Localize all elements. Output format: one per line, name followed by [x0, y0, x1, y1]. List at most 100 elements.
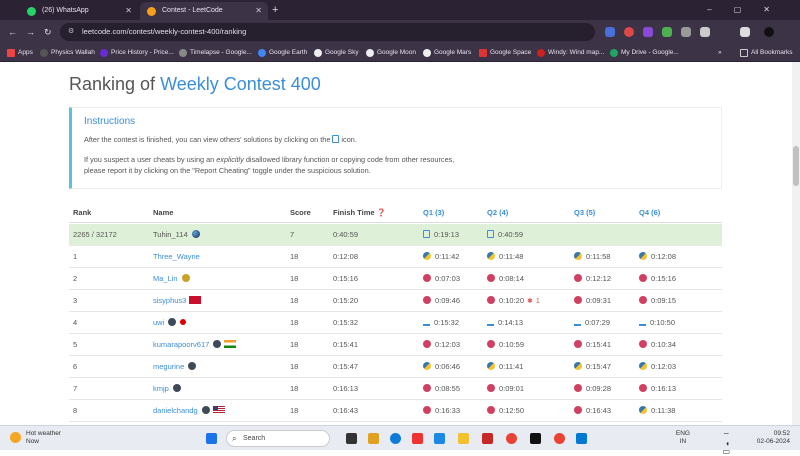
header-q4[interactable]: Q4 (6)	[639, 208, 660, 217]
help-icon[interactable]: ❓	[377, 208, 386, 217]
tab-leetcode[interactable]: Contest - LeetCode ✕	[140, 2, 268, 20]
back-icon[interactable]: ←	[8, 26, 17, 38]
profile-avatar[interactable]	[764, 27, 774, 37]
vscode-icon[interactable]	[576, 433, 587, 444]
ranking-table-header: Rank Name Score Finish Time ❓ Q1 (3) Q2 …	[69, 205, 722, 223]
weather-widget[interactable]: Hot weather Now	[10, 430, 61, 446]
windows-start-icon[interactable]	[206, 433, 217, 444]
extension-icon[interactable]	[643, 27, 653, 37]
app-icon[interactable]	[412, 433, 423, 444]
drive-icon	[610, 49, 618, 57]
site-info-icon[interactable]: ⚙	[68, 23, 74, 41]
badge-icon	[188, 362, 197, 370]
whatsapp-icon	[27, 7, 36, 16]
bookmark-icon	[100, 49, 108, 57]
cpp-icon	[487, 406, 495, 414]
bookmark-item[interactable]: Timelapse - Google...	[179, 44, 252, 62]
table-row: 8 danielchandg 18 0:16:43 0:16:33 0:12:5…	[69, 400, 722, 422]
bookmark-item[interactable]: Physics Wallah	[40, 44, 95, 62]
extension-icon[interactable]	[700, 27, 710, 37]
close-icon[interactable]: ✕	[125, 2, 132, 20]
forward-icon[interactable]: →	[26, 26, 35, 38]
bookmark-apps[interactable]: Apps	[7, 44, 33, 62]
search-icon: ⌕	[232, 434, 237, 443]
close-icon[interactable]: ✕	[255, 2, 262, 20]
search-input[interactable]: ⌕ Search	[226, 430, 330, 447]
flag-icon	[180, 319, 187, 325]
cpp-icon	[423, 384, 431, 392]
extension-icon[interactable]	[662, 27, 672, 37]
all-bookmarks[interactable]: All Bookmarks	[740, 44, 793, 62]
header-q3[interactable]: Q3 (5)	[574, 208, 595, 217]
notion-icon[interactable]	[530, 433, 541, 444]
task-view-icon[interactable]	[346, 433, 357, 444]
bookmark-item[interactable]: Google Space	[479, 44, 531, 62]
bookmarks-overflow[interactable]: »	[718, 44, 722, 62]
table-row: 2 Ma_Lin 18 0:15:16 0:07:03 0:08:14 0:12…	[69, 268, 722, 290]
apps-icon	[7, 49, 15, 57]
chrome-icon[interactable]	[554, 433, 565, 444]
python-icon	[423, 362, 431, 370]
chrome-icon[interactable]	[506, 433, 517, 444]
bookmark-item[interactable]: Google Mars	[423, 44, 471, 62]
solution-cell[interactable]: 0:19:13	[423, 224, 459, 246]
window-controls[interactable]: –▢✕	[707, 0, 792, 20]
cpp-icon	[639, 296, 647, 304]
address-toolbar: ← → ↻ ⚙ leetcode.com/contest/weekly-cont…	[0, 20, 800, 44]
mcafee-icon[interactable]	[482, 433, 493, 444]
python-icon	[639, 406, 647, 414]
extension-icon[interactable]	[681, 27, 691, 37]
python-icon	[639, 252, 647, 260]
scrollbar-thumb[interactable]	[793, 146, 799, 186]
file-explorer-icon[interactable]	[368, 433, 379, 444]
user-link[interactable]: kmjp	[153, 378, 181, 400]
folder-icon	[740, 49, 748, 57]
extension-icon[interactable]	[605, 27, 615, 37]
bookmark-item[interactable]: Google Moon	[366, 44, 416, 62]
bookmark-item[interactable]: Windy: Wind map...	[537, 44, 604, 62]
folder-icon[interactable]	[458, 433, 469, 444]
user-link[interactable]: megurine	[153, 356, 197, 378]
solution-cell[interactable]: 0:40:59	[487, 224, 523, 246]
extension-icon[interactable]	[624, 27, 634, 37]
scrollbar[interactable]	[792, 62, 800, 425]
bookmarks-bar: Apps Physics Wallah Price History - Pric…	[0, 44, 800, 62]
wifi-icon[interactable]: ⌔ ◖ ▭	[722, 432, 730, 456]
user-link[interactable]: danielchandg	[153, 400, 225, 422]
header-q2[interactable]: Q2 (4)	[487, 208, 508, 217]
extensions-puzzle-icon[interactable]	[740, 27, 750, 37]
python-icon	[487, 252, 495, 260]
cpp-icon	[487, 296, 495, 304]
instructions-line: After the contest is finished, you can v…	[84, 135, 357, 144]
google-icon	[366, 49, 374, 57]
cpp-icon	[423, 340, 431, 348]
bookmark-item[interactable]: Google Sky	[314, 44, 359, 62]
solution-doc-icon	[423, 230, 430, 238]
user-link[interactable]: Ma_Lin	[153, 268, 190, 290]
user-link[interactable]: kumarapoorv617	[153, 334, 237, 356]
bookmark-item[interactable]: Google Earth	[258, 44, 307, 62]
user-link[interactable]: Three_Wayne	[153, 246, 200, 268]
google-icon	[423, 49, 431, 57]
taskbar: Hot weather Now ⌕ Search ENG IN ⌔ ◖ ▭ 09:…	[0, 425, 800, 456]
tab-whatsapp[interactable]: (26) WhatsApp ✕	[20, 2, 138, 20]
user-link[interactable]: uwi	[153, 312, 187, 334]
contest-link[interactable]: Weekly Contest 400	[160, 74, 321, 94]
app-icon[interactable]	[434, 433, 445, 444]
bookmark-item[interactable]: My Drive - Google...	[610, 44, 679, 62]
wrong-attempt-icon: ✱	[527, 298, 533, 305]
flag-icon	[224, 340, 237, 348]
page-title: Ranking of Weekly Contest 400	[69, 74, 321, 94]
language-indicator[interactable]: ENG IN	[676, 430, 690, 446]
system-tray[interactable]: ENG IN ⌔ ◖ ▭ 09:52 02-06-2024	[676, 430, 790, 456]
edge-icon[interactable]	[390, 433, 401, 444]
user-link[interactable]: sisyphus3	[153, 290, 202, 312]
url-bar[interactable]: ⚙ leetcode.com/contest/weekly-contest-40…	[60, 23, 595, 41]
table-row-current-user: 2265 / 32172 Tuhin_114 7 0:40:59 0:19:13…	[69, 224, 722, 246]
cpp-icon	[574, 296, 582, 304]
new-tab-button[interactable]: +	[272, 2, 278, 18]
header-q1[interactable]: Q1 (3)	[423, 208, 444, 217]
bookmark-item[interactable]: Price History - Price...	[100, 44, 174, 62]
clock[interactable]: 09:52 02-06-2024	[757, 430, 790, 446]
reload-icon[interactable]: ↻	[44, 26, 52, 38]
